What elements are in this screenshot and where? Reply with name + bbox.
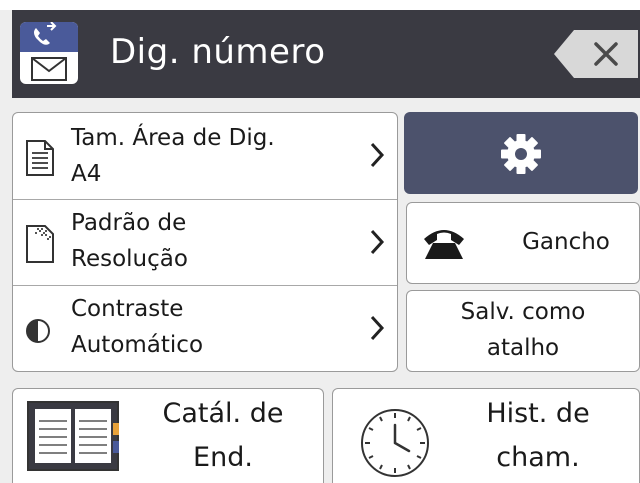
gear-icon (501, 134, 541, 174)
call-history-line1: Hist. de (486, 398, 590, 429)
top-strip (0, 0, 640, 10)
save-shortcut-line1: Salv. como (460, 299, 586, 325)
save-shortcut-button[interactable]: Salv. como atalho (406, 290, 640, 372)
chevron-right-icon (370, 142, 385, 168)
settings-button[interactable] (404, 112, 638, 194)
setting-value: A4 (71, 161, 102, 187)
setting-contrast[interactable]: Contraste Automático (13, 285, 397, 372)
chevron-right-icon (370, 315, 385, 341)
hook-label: Gancho (522, 229, 610, 255)
setting-label-line1: Contraste (71, 296, 184, 322)
resolution-icon (26, 225, 54, 263)
contrast-icon (26, 319, 50, 343)
page-title: Dig. número (110, 32, 326, 72)
settings-list: Tam. Área de Dig. A4 Padrão de Resolução (12, 112, 398, 372)
chevron-right-icon (370, 229, 385, 255)
setting-label-line1: Tam. Área de Dig. (71, 125, 275, 151)
header-bar: Dig. número (12, 10, 640, 98)
setting-resolution[interactable]: Padrão de Resolução (13, 199, 397, 286)
hook-button[interactable]: Gancho (406, 202, 640, 284)
call-history-button[interactable]: Hist. de cham. (332, 388, 640, 483)
setting-value: Automático (71, 332, 204, 358)
backspace-icon (554, 30, 638, 78)
fax-icon (20, 22, 78, 84)
address-book-line1: Catál. de (162, 398, 284, 429)
save-shortcut-line2: atalho (486, 335, 560, 361)
setting-scan-size[interactable]: Tam. Área de Dig. A4 (13, 113, 397, 199)
address-book-line2: End. (193, 442, 253, 473)
address-book-icon (27, 401, 119, 471)
clock-icon (361, 409, 429, 477)
phone-handset-icon (424, 230, 464, 259)
address-book-button[interactable]: Catál. de End. (12, 388, 324, 483)
backspace-button[interactable] (552, 28, 640, 80)
setting-label-line2: Resolução (71, 246, 188, 272)
document-size-icon (26, 140, 54, 176)
setting-label-line1: Padrão de (71, 210, 187, 236)
call-history-line2: cham. (496, 442, 580, 473)
